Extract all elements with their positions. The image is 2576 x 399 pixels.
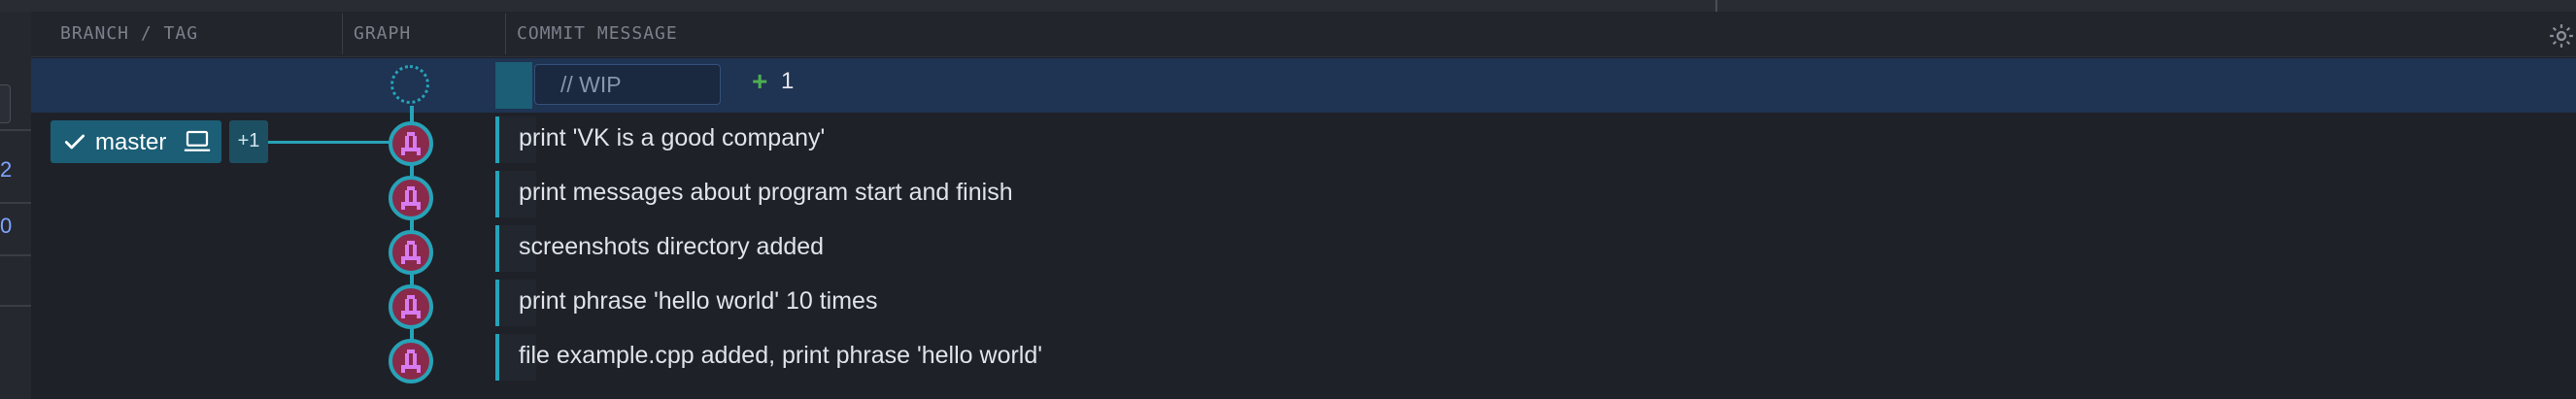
more-branches-count: +1 [237, 130, 260, 151]
left-panel-divider [0, 305, 31, 307]
left-side-panel: 2 0 [0, 12, 31, 399]
plus-icon: + [752, 66, 768, 96]
graph-column-header[interactable]: GRAPH [354, 23, 411, 44]
commit-avatar[interactable] [389, 284, 433, 329]
column-resize-handle[interactable] [505, 14, 506, 54]
commit-avatar[interactable] [389, 176, 433, 220]
wip-marker [495, 62, 532, 109]
branch-label-master[interactable]: master [51, 120, 221, 163]
left-panel-count-2: 0 [0, 214, 13, 238]
gear-icon[interactable] [2547, 21, 2576, 50]
top-toolbar-strip [0, 0, 2576, 12]
branch-connector-line [268, 141, 404, 144]
left-panel-count-1: 2 [0, 157, 13, 182]
author-avatar-icon [401, 132, 421, 155]
toolbar-divider [1715, 0, 1717, 12]
commit-message: file example.cpp added, print phrase 'he… [519, 342, 1043, 369]
author-avatar-icon [401, 349, 421, 373]
left-panel-divider [0, 254, 31, 256]
more-branches-badge[interactable]: +1 [229, 120, 268, 163]
branch-name: master [95, 129, 167, 155]
commit-avatar[interactable] [389, 230, 433, 275]
author-avatar-icon [401, 186, 421, 210]
commit-message-column-header[interactable]: COMMIT MESSAGE [517, 23, 678, 44]
commit-message: print messages about program start and f… [519, 179, 1013, 206]
graph-header: BRANCH / TAG GRAPH COMMIT MESSAGE [31, 12, 2576, 57]
column-resize-handle[interactable] [342, 14, 343, 54]
left-panel-divider [0, 129, 31, 131]
wip-summary-input[interactable]: // WIP [534, 64, 721, 105]
author-avatar-icon [401, 295, 421, 318]
laptop-icon [184, 130, 211, 151]
commit-avatar[interactable] [389, 121, 433, 166]
added-files-count: 1 [781, 68, 795, 94]
branch-tag-column-header[interactable]: BRANCH / TAG [60, 23, 198, 44]
left-panel-divider [0, 202, 31, 204]
wip-node[interactable] [390, 65, 429, 104]
commit-message: screenshots directory added [519, 233, 825, 260]
checkmark-icon [64, 134, 85, 150]
commit-message: print phrase 'hello world' 10 times [519, 287, 878, 315]
commit-avatar[interactable] [389, 339, 433, 383]
wip-placeholder: // WIP [560, 72, 622, 97]
left-panel-input[interactable] [0, 84, 11, 123]
author-avatar-icon [401, 241, 421, 264]
commit-message: print 'VK is a good company' [519, 124, 826, 151]
